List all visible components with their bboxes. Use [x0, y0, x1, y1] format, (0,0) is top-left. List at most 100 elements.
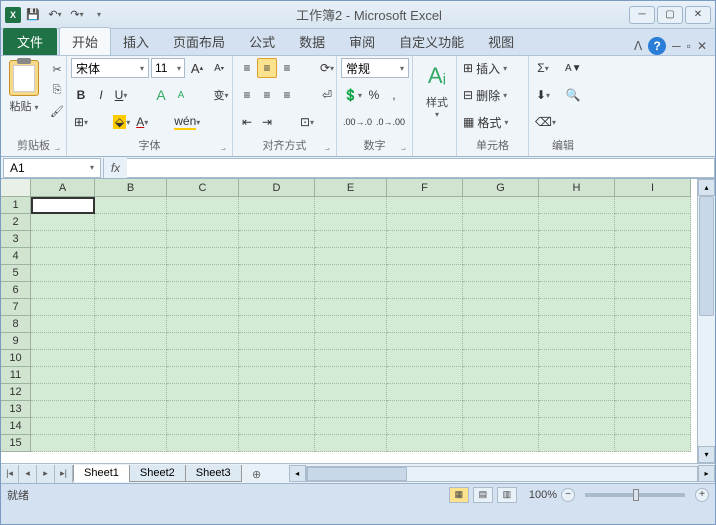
page-break-view-button[interactable]: ▥: [497, 487, 517, 503]
column-header[interactable]: E: [315, 179, 387, 197]
cell[interactable]: [95, 282, 167, 299]
percent-button[interactable]: %: [364, 85, 384, 105]
cell[interactable]: [95, 418, 167, 435]
cell[interactable]: [463, 316, 539, 333]
cell[interactable]: [239, 282, 315, 299]
tab-view[interactable]: 视图: [476, 28, 526, 55]
tab-file[interactable]: 文件: [3, 28, 57, 55]
copy-button[interactable]: ⎘: [47, 81, 67, 99]
cell[interactable]: [95, 384, 167, 401]
row-header[interactable]: 13: [1, 401, 31, 418]
cell[interactable]: [315, 248, 387, 265]
align-center-button[interactable]: ≡: [257, 85, 277, 105]
format-painter-button[interactable]: 🖌: [47, 102, 67, 120]
column-header[interactable]: A: [31, 179, 95, 197]
cell[interactable]: [539, 265, 615, 282]
cell[interactable]: [539, 350, 615, 367]
add-sheet-button[interactable]: ⊕: [245, 466, 269, 482]
align-middle-button[interactable]: ≡: [257, 58, 277, 78]
cell[interactable]: [615, 435, 691, 452]
qat-undo-button[interactable]: ↶▾: [45, 5, 65, 25]
cell[interactable]: [615, 333, 691, 350]
cell[interactable]: [95, 299, 167, 316]
sheet-nav-next[interactable]: ▸: [37, 465, 55, 483]
cell[interactable]: [239, 401, 315, 418]
tab-home[interactable]: 开始: [59, 27, 111, 55]
normal-view-button[interactable]: ▦: [449, 487, 469, 503]
cell[interactable]: [387, 418, 463, 435]
cell[interactable]: [95, 248, 167, 265]
cell[interactable]: [31, 265, 95, 282]
cell[interactable]: [315, 384, 387, 401]
cell[interactable]: [387, 214, 463, 231]
cell[interactable]: [239, 299, 315, 316]
cell[interactable]: [615, 401, 691, 418]
row-header[interactable]: 5: [1, 265, 31, 282]
cell[interactable]: [167, 333, 239, 350]
cell[interactable]: [167, 248, 239, 265]
cell[interactable]: [31, 214, 95, 231]
cell[interactable]: [315, 214, 387, 231]
align-top-button[interactable]: ≡: [237, 58, 257, 78]
sort-filter-button[interactable]: A▼: [563, 58, 584, 78]
tab-review[interactable]: 审阅: [337, 28, 387, 55]
cut-button[interactable]: ✂: [47, 60, 67, 78]
qat-save-button[interactable]: 💾: [23, 5, 43, 25]
tab-custom[interactable]: 自定义功能: [387, 28, 476, 55]
formula-input[interactable]: [127, 158, 715, 178]
cell[interactable]: [31, 418, 95, 435]
row-header[interactable]: 11: [1, 367, 31, 384]
cell[interactable]: [167, 418, 239, 435]
vertical-scrollbar[interactable]: ▴ ▾: [697, 179, 715, 463]
cell[interactable]: [463, 299, 539, 316]
cell[interactable]: [615, 299, 691, 316]
cell[interactable]: [615, 231, 691, 248]
maximize-button[interactable]: ▢: [657, 6, 683, 24]
qat-redo-button[interactable]: ↷▾: [67, 5, 87, 25]
cell[interactable]: [239, 197, 315, 214]
paste-button[interactable]: 粘贴 ▾: [5, 58, 43, 116]
cell[interactable]: [239, 248, 315, 265]
scroll-right-button[interactable]: ▸: [698, 465, 715, 482]
cell[interactable]: [539, 435, 615, 452]
cell[interactable]: [463, 401, 539, 418]
cell[interactable]: [167, 435, 239, 452]
cell[interactable]: [239, 316, 315, 333]
column-header[interactable]: F: [387, 179, 463, 197]
styles-button[interactable]: Aᵢ 样式 ▾: [417, 58, 457, 121]
increase-indent-button[interactable]: ⇥: [257, 112, 277, 132]
comma-button[interactable]: ,: [384, 85, 404, 105]
cell[interactable]: [539, 248, 615, 265]
cell[interactable]: [315, 282, 387, 299]
tab-insert[interactable]: 插入: [111, 28, 161, 55]
cell[interactable]: [615, 367, 691, 384]
tab-page-layout[interactable]: 页面布局: [161, 28, 237, 55]
help-icon[interactable]: ?: [648, 37, 666, 55]
workbook-close-icon[interactable]: ✕: [697, 39, 707, 53]
sheet-nav-last[interactable]: ▸|: [55, 465, 73, 483]
cell[interactable]: [387, 401, 463, 418]
row-header[interactable]: 14: [1, 418, 31, 435]
scroll-down-button[interactable]: ▾: [698, 446, 715, 463]
row-header[interactable]: 8: [1, 316, 31, 333]
cell[interactable]: [539, 401, 615, 418]
font-grow-button[interactable]: A: [151, 85, 171, 105]
cell[interactable]: [95, 265, 167, 282]
find-button[interactable]: 🔍: [563, 85, 583, 105]
column-header[interactable]: H: [539, 179, 615, 197]
cell[interactable]: [315, 197, 387, 214]
cell[interactable]: [615, 282, 691, 299]
number-format-selector[interactable]: 常规▾: [341, 58, 409, 78]
tab-formulas[interactable]: 公式: [237, 28, 287, 55]
cell[interactable]: [463, 367, 539, 384]
zoom-slider[interactable]: [585, 493, 685, 497]
cell[interactable]: [95, 350, 167, 367]
column-header[interactable]: B: [95, 179, 167, 197]
cell[interactable]: [387, 282, 463, 299]
zoom-in-button[interactable]: +: [695, 488, 709, 502]
wrap-text-button[interactable]: ⏎: [317, 85, 337, 105]
cell[interactable]: [463, 265, 539, 282]
cell[interactable]: [315, 299, 387, 316]
cell[interactable]: [539, 299, 615, 316]
cell[interactable]: [95, 316, 167, 333]
